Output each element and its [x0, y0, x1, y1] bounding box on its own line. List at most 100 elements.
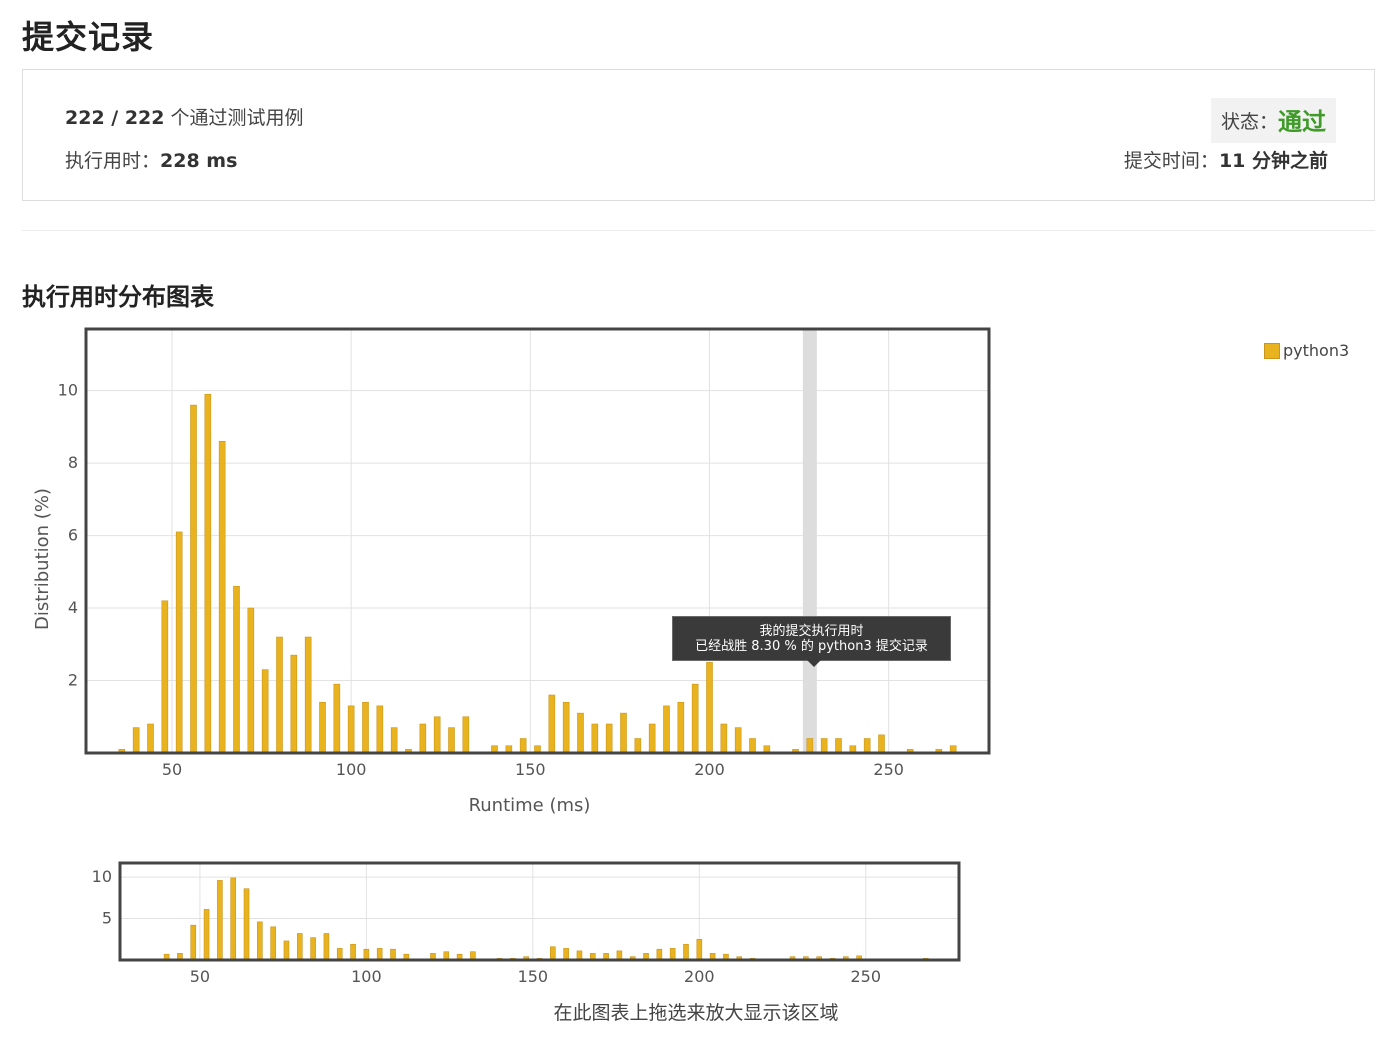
bar — [276, 636, 283, 754]
submission-time-value: 11 分钟之前 — [1218, 150, 1328, 172]
chart-tooltip: 我的提交执行用时 已经战胜 8.30 % 的 python3 提交记录 — [672, 616, 951, 661]
nav-bar — [336, 948, 343, 961]
nav-bar — [390, 948, 396, 961]
runtime-result: 执行用时：228 ms — [65, 146, 237, 173]
nav-bar — [203, 909, 210, 961]
bar — [634, 738, 642, 754]
bar — [820, 738, 828, 754]
bar — [806, 738, 814, 754]
nav-x-tick-label: 250 — [851, 967, 882, 986]
section-divider — [22, 230, 1375, 231]
nav-bar — [243, 888, 250, 961]
y-tick-label: 10 — [58, 381, 78, 400]
bar — [175, 531, 183, 754]
bar — [878, 734, 885, 754]
bar — [548, 694, 556, 754]
x-tick-label: 150 — [515, 760, 546, 779]
legend-label-python3[interactable]: python3 — [1283, 341, 1349, 360]
bar — [835, 738, 842, 754]
bar — [433, 716, 441, 754]
status-label: 状态： — [1220, 111, 1278, 133]
bar — [204, 393, 212, 754]
page-title: 提交记录 — [22, 18, 155, 56]
nav-bar — [257, 921, 263, 961]
tooltip-arrow — [807, 660, 821, 667]
bar — [448, 727, 455, 754]
nav-bar — [563, 948, 569, 961]
nav-bar — [669, 948, 676, 961]
bar — [290, 654, 298, 754]
bar — [863, 738, 871, 754]
bar — [591, 723, 599, 754]
nav-bar — [270, 926, 276, 961]
nav-bar — [310, 937, 316, 961]
bar — [648, 723, 656, 754]
nav-bar — [296, 933, 303, 961]
tooltip-line-2: 已经战胜 8.30 % 的 python3 提交记录 — [695, 639, 928, 654]
test-cases-count: 222 / 222 — [65, 107, 165, 129]
bar — [147, 723, 154, 754]
x-tick-label: 250 — [873, 760, 904, 779]
bar — [706, 662, 713, 754]
y-axis-label: Distribution (%) — [32, 488, 53, 630]
bar — [663, 705, 670, 754]
x-axis-label: Runtime (ms) — [469, 795, 591, 816]
nav-y-tick-label: 10 — [92, 867, 112, 886]
bar — [419, 723, 427, 754]
status-badge: 状态：通过 — [1210, 98, 1336, 143]
x-tick-label: 50 — [162, 760, 182, 779]
chart-section-title: 执行用时分布图表 — [22, 283, 214, 311]
submission-summary: 222 / 222 个通过测试用例 执行用时：228 ms 状态：通过 提交时间… — [22, 69, 1375, 201]
my-submission-highlight — [802, 329, 817, 753]
nav-bar — [350, 943, 356, 961]
bar — [347, 705, 355, 754]
nav-x-tick-label: 100 — [351, 967, 382, 986]
bar — [734, 727, 742, 754]
nav-bar — [363, 948, 370, 961]
bar — [677, 701, 685, 754]
bar — [749, 738, 756, 754]
bar — [190, 404, 197, 754]
bar — [376, 705, 384, 754]
nav-bar — [376, 948, 383, 961]
nav-bar — [683, 943, 689, 961]
bar — [304, 636, 312, 754]
bar — [362, 701, 369, 754]
bar — [562, 701, 570, 754]
nav-x-tick-label: 150 — [518, 967, 549, 986]
bar — [319, 701, 326, 754]
bar — [462, 716, 470, 754]
nav-bar — [323, 933, 330, 961]
bar — [519, 738, 527, 754]
status-value: 通过 — [1278, 108, 1326, 136]
x-tick-label: 100 — [336, 760, 367, 779]
y-tick-label: 8 — [68, 453, 78, 472]
test-cases-label: 个通过测试用例 — [164, 107, 304, 129]
nav-bar — [217, 880, 223, 961]
nav-bar — [696, 938, 703, 961]
bar — [132, 727, 140, 754]
bar — [333, 683, 341, 754]
bar — [605, 723, 613, 754]
submission-time-label: 提交时间： — [1123, 150, 1219, 172]
nav-bar — [550, 946, 556, 961]
y-tick-label: 6 — [68, 526, 78, 545]
bar — [261, 669, 269, 754]
nav-bar — [656, 948, 663, 961]
bar — [577, 712, 584, 754]
legend-swatch-python3[interactable] — [1264, 342, 1280, 359]
zoom-hint: 在此图表上拖选来放大显示该区域 — [553, 1002, 839, 1024]
zoom-navigator-chart[interactable]: 5 10 50 100 150 200 250 — [0, 850, 1000, 990]
bar — [691, 683, 699, 754]
runtime-distribution-chart[interactable]: 2 4 6 8 10 50 100 150 200 250 Runtime (ms) Distribu… — [0, 320, 1000, 825]
test-cases-result: 222 / 222 个通过测试用例 — [65, 103, 304, 130]
tooltip-line-1: 我的提交执行用时 — [759, 624, 864, 639]
nav-bar — [283, 940, 290, 961]
nav-y-tick-label: 5 — [102, 909, 112, 928]
y-tick-label: 4 — [68, 598, 78, 617]
bar — [161, 600, 169, 754]
bar — [233, 585, 240, 754]
chart-legend[interactable]: python3 — [1264, 341, 1349, 360]
bar — [390, 727, 398, 754]
nav-bar — [190, 924, 197, 961]
